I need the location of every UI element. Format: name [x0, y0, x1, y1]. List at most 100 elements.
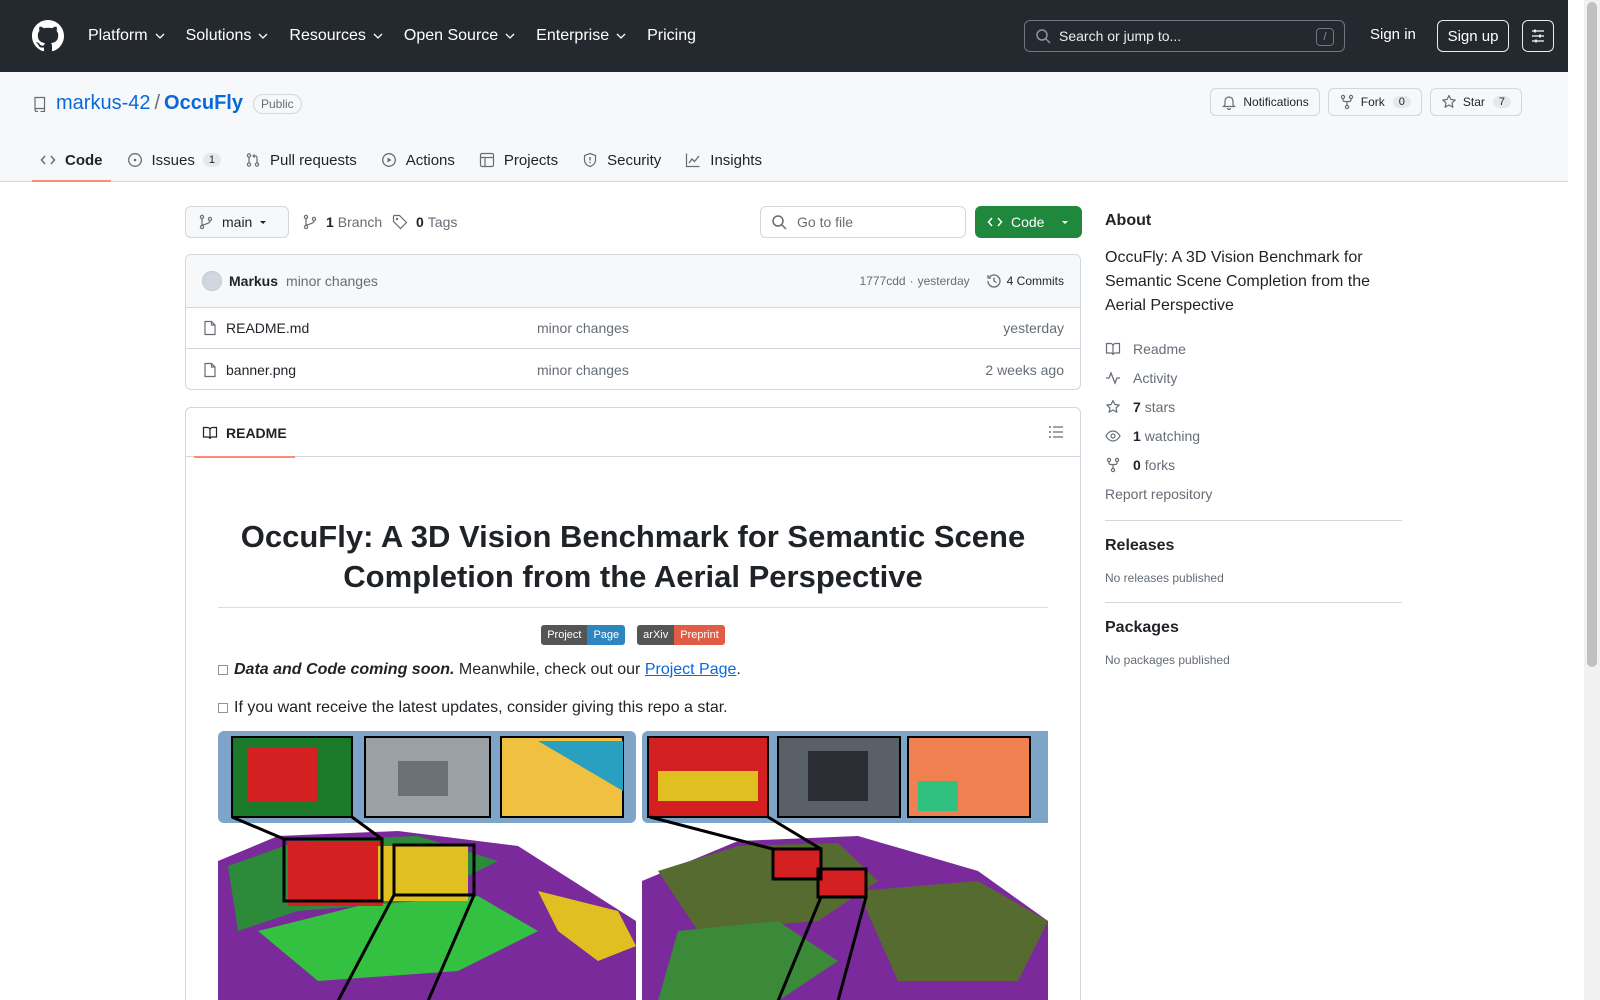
- chevron-down-icon: [373, 33, 383, 39]
- sign-up-button[interactable]: Sign up: [1437, 20, 1509, 52]
- branch-icon: [303, 214, 317, 230]
- go-to-file-placeholder: Go to file: [797, 214, 854, 230]
- file-name[interactable]: banner.png: [226, 362, 296, 378]
- commits-label: Commits: [1016, 274, 1064, 288]
- tab-label: Code: [65, 151, 103, 169]
- list-icon[interactable]: [1048, 424, 1064, 440]
- chevron-down-icon: [155, 33, 165, 39]
- vertical-scrollbar[interactable]: [1584, 0, 1600, 1000]
- sign-in-link[interactable]: Sign in: [1370, 26, 1416, 43]
- forks-count: 0: [1133, 456, 1141, 473]
- project-page-badge[interactable]: Project Page: [541, 625, 626, 645]
- file-date: 2 weeks ago: [985, 361, 1064, 378]
- file-row[interactable]: README.md minor changes yesterday: [186, 308, 1080, 349]
- forks-link[interactable]: 0 forks: [1105, 450, 1402, 479]
- fork-button[interactable]: Fork 0: [1327, 88, 1422, 116]
- tab-label: Insights: [710, 151, 762, 169]
- file-name[interactable]: README.md: [226, 320, 309, 336]
- tab-projects[interactable]: Projects: [471, 138, 566, 182]
- nav-platform[interactable]: Platform: [88, 27, 166, 45]
- repository-header: markus-42 / OccuFly Public Notifications…: [0, 72, 1568, 182]
- tab-security[interactable]: Security: [574, 138, 669, 182]
- branch-selector[interactable]: main: [185, 206, 289, 238]
- tags-link[interactable]: 0 Tags: [392, 214, 457, 230]
- watchers-link[interactable]: 1 watching: [1105, 421, 1402, 450]
- nav-label: Open Source: [403, 27, 499, 44]
- github-logo-icon[interactable]: [32, 20, 64, 52]
- code-dropdown-button[interactable]: Code: [975, 206, 1082, 238]
- nav-label: Pricing: [647, 27, 696, 44]
- releases-heading[interactable]: Releases: [1105, 537, 1402, 555]
- star-icon: [1442, 94, 1456, 108]
- commit-message[interactable]: minor changes: [286, 273, 378, 289]
- code-icon: [987, 217, 1003, 227]
- branches-link[interactable]: 1 Branch: [302, 214, 382, 230]
- tag-icon: [392, 214, 408, 230]
- repo-icon: [34, 96, 46, 112]
- releases-section: Releases No releases published: [1105, 520, 1402, 585]
- banner-image: [218, 731, 1048, 1000]
- tab-label: Projects: [503, 151, 559, 169]
- go-to-file-input[interactable]: Go to file: [760, 206, 966, 238]
- readme-tab-label: README: [226, 424, 287, 441]
- commit-sha[interactable]: 1777cdd: [860, 274, 906, 288]
- book-icon: [202, 426, 218, 439]
- stars-count: 7: [1133, 398, 1141, 415]
- nav-pricing[interactable]: Pricing: [647, 27, 696, 45]
- badge-left: arXiv: [637, 625, 675, 645]
- tab-actions[interactable]: Actions: [373, 138, 463, 182]
- eye-icon: [1105, 429, 1121, 442]
- chevron-down-icon: [505, 33, 515, 39]
- branch-icon: [199, 214, 213, 230]
- top-navigation: Platform Solutions Resources Open Source…: [88, 27, 716, 45]
- repo-name-link[interactable]: OccuFly: [164, 92, 243, 115]
- nav-enterprise[interactable]: Enterprise: [536, 27, 627, 45]
- star-count: 7: [1492, 96, 1511, 108]
- todo-text: If you want receive the latest updates, …: [234, 699, 728, 716]
- file-commit-message[interactable]: minor changes: [537, 362, 629, 378]
- readme-panel: README OccuFly: A 3D Vision Benchmark fo…: [185, 407, 1081, 1000]
- checkbox-icon: [218, 703, 228, 713]
- tab-code[interactable]: Code: [32, 138, 111, 182]
- commit-author[interactable]: Markus: [229, 273, 278, 289]
- tab-issues[interactable]: Issues 1: [119, 138, 229, 182]
- search-icon: [1036, 29, 1051, 44]
- branch-label: Branch: [337, 214, 383, 230]
- releases-empty: No releases published: [1105, 571, 1224, 585]
- code-button-label: Code: [1011, 214, 1045, 230]
- readme-content: OccuFly: A 3D Vision Benchmark for Seman…: [186, 457, 1080, 1000]
- branch-count: 1: [326, 214, 334, 230]
- link-label: Readme: [1133, 340, 1186, 357]
- todo-text: Meanwhile, check out our: [458, 661, 641, 678]
- readme-tab[interactable]: README: [194, 408, 295, 458]
- readme-link[interactable]: Readme: [1105, 334, 1402, 363]
- avatar[interactable]: [202, 271, 222, 291]
- menu-button[interactable]: [1522, 20, 1554, 52]
- badges-row: Project Page arXiv Preprint: [218, 625, 1048, 645]
- arxiv-badge[interactable]: arXiv Preprint: [637, 625, 725, 645]
- stars-link[interactable]: 7 stars: [1105, 392, 1402, 421]
- checkbox-icon: [218, 665, 228, 675]
- link-label: stars: [1144, 398, 1176, 415]
- file-commit-message[interactable]: minor changes: [537, 320, 629, 336]
- nav-resources[interactable]: Resources: [289, 27, 383, 45]
- star-button[interactable]: Star 7: [1429, 88, 1522, 116]
- report-repository-link[interactable]: Report repository: [1105, 479, 1402, 508]
- tab-insights[interactable]: Insights: [677, 138, 770, 182]
- packages-heading[interactable]: Packages: [1105, 619, 1402, 637]
- nav-solutions[interactable]: Solutions: [186, 27, 270, 45]
- nav-open-source[interactable]: Open Source: [404, 27, 516, 45]
- scrollbar-thumb[interactable]: [1587, 2, 1597, 667]
- file-row[interactable]: banner.png minor changes 2 weeks ago: [186, 349, 1080, 389]
- activity-link[interactable]: Activity: [1105, 363, 1402, 392]
- global-search-input[interactable]: Search or jump to... /: [1024, 20, 1345, 52]
- pulse-icon: [1106, 370, 1120, 385]
- commits-history-link[interactable]: 4 Commits: [986, 273, 1064, 289]
- project-page-link[interactable]: Project Page: [645, 661, 737, 679]
- tab-pull-requests[interactable]: Pull requests: [237, 138, 365, 182]
- notifications-button[interactable]: Notifications: [1210, 88, 1320, 116]
- commit-separator: ·: [909, 274, 914, 288]
- link-label: forks: [1144, 456, 1176, 473]
- repo-owner-link[interactable]: markus-42: [56, 92, 150, 115]
- fork-label: Fork: [1360, 95, 1385, 109]
